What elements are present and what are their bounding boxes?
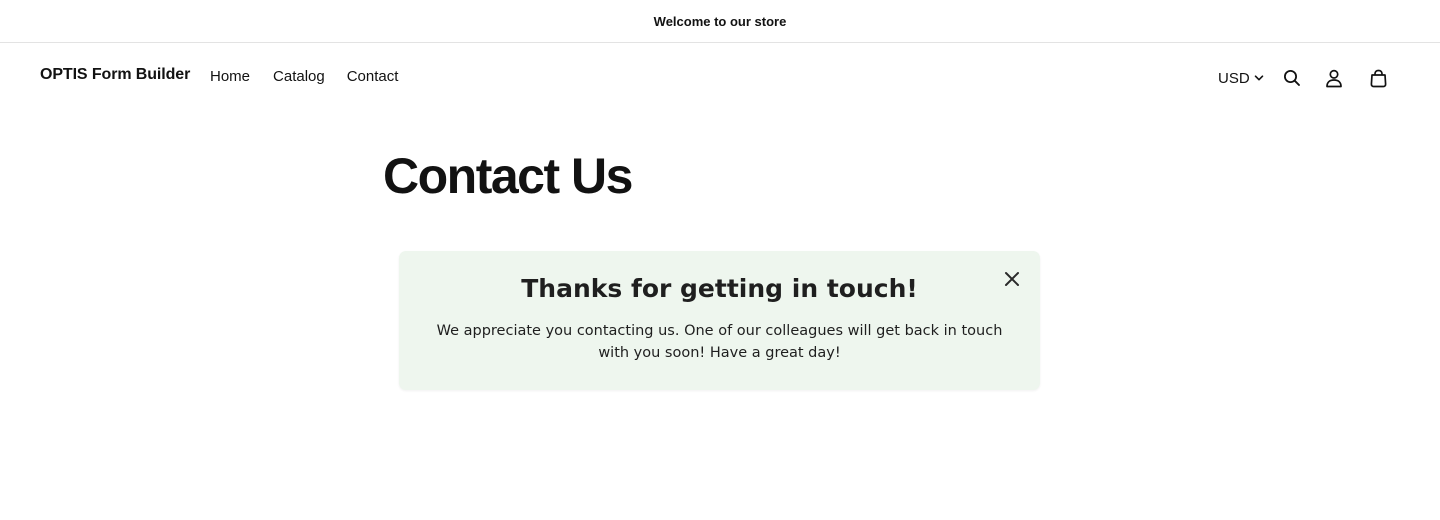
success-message: Thanks for getting in touch! We apprecia…	[399, 251, 1040, 390]
chevron-down-icon	[1254, 75, 1263, 81]
site-header: OPTIS Form Builder Home Catalog Contact …	[0, 43, 1440, 111]
announcement-bar: Welcome to our store	[0, 0, 1440, 43]
account-icon	[1326, 69, 1342, 87]
announcement-text: Welcome to our store	[653, 13, 787, 29]
cart-button[interactable]	[1367, 67, 1389, 89]
account-button[interactable]	[1323, 67, 1345, 89]
store-logo[interactable]: OPTIS Form Builder	[40, 66, 190, 84]
search-icon	[1284, 70, 1300, 86]
nav-catalog[interactable]: Catalog	[273, 68, 325, 85]
success-title: Thanks for getting in touch!	[521, 274, 918, 303]
nav-home[interactable]: Home	[210, 68, 250, 85]
close-icon	[1005, 272, 1019, 286]
search-button[interactable]	[1281, 67, 1303, 89]
currency-selector[interactable]: USD	[1218, 67, 1264, 89]
success-text: We appreciate you contacting us. One of …	[436, 323, 1003, 361]
nav-contact[interactable]: Contact	[347, 68, 399, 85]
currency-label: USD	[1218, 69, 1250, 87]
page-title: Contact Us	[383, 148, 633, 204]
main-nav: Home Catalog Contact	[210, 68, 421, 85]
close-button[interactable]	[1001, 268, 1023, 290]
cart-icon	[1370, 69, 1386, 87]
